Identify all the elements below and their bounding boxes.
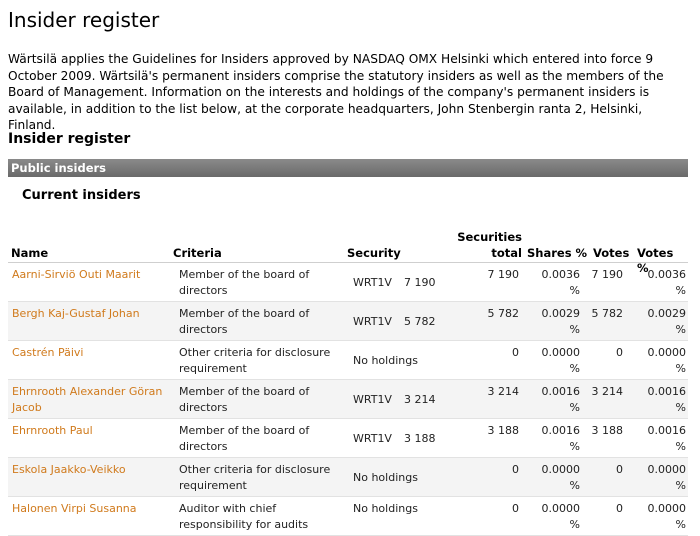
shares-cell: 0.0036 % <box>541 268 581 297</box>
votes-cell: 3 188 <box>591 424 624 437</box>
votes-cell: 0 <box>616 346 623 359</box>
header-securities-line2: total <box>491 246 522 260</box>
header-security: Security <box>347 246 401 260</box>
criteria-cell: Member of the board of directors <box>179 307 310 336</box>
security-value-cell: 7 190 <box>404 276 436 289</box>
table-row: Halonen Virpi Susanna Auditor with chief… <box>8 497 688 536</box>
insider-name-link[interactable]: Halonen Virpi Susanna <box>12 501 167 517</box>
total-cell: 0 <box>512 463 519 476</box>
insider-table: Aarni-Sirviö Outi Maarit Member of the b… <box>8 263 688 536</box>
intro-text: Wärtsilä applies the Guidelines for Insi… <box>8 52 664 132</box>
shares-cell: 0.0000 % <box>541 346 581 375</box>
security-cell: WRT1V <box>353 432 392 445</box>
security-value-cell: 3 214 <box>404 393 436 406</box>
insider-name-link[interactable]: Castrén Päivi <box>12 345 167 361</box>
insider-name-link[interactable]: Eskola Jaakko-Veikko <box>12 462 167 478</box>
security-value-cell: 5 782 <box>404 315 436 328</box>
votes-pct-cell: 0.0000 % <box>647 463 687 492</box>
table-row: Ehrnrooth Paul Member of the board of di… <box>8 419 688 458</box>
insider-name-link[interactable]: Bergh Kaj-Gustaf Johan <box>12 306 167 322</box>
public-insiders-bar: Public insiders <box>8 159 688 177</box>
votes-cell: 5 782 <box>591 307 624 320</box>
total-cell: 0 <box>512 346 519 359</box>
votes-pct-cell: 0.0000 % <box>647 346 687 375</box>
criteria-cell: Other criteria for disclosure requiremen… <box>179 346 331 375</box>
votes-cell: 0 <box>616 502 623 515</box>
header-name: Name <box>11 246 49 260</box>
votes-pct-cell: 0.0016 % <box>647 385 687 414</box>
header-criteria: Criteria <box>173 246 222 260</box>
section-title: Insider register <box>8 131 131 147</box>
shares-cell: 0.0000 % <box>541 463 581 492</box>
table-row: Eskola Jaakko-Veikko Other criteria for … <box>8 458 688 497</box>
table-row: Ehrnrooth Alexander Göran Jacob Member o… <box>8 380 688 419</box>
page-title: Insider register <box>8 8 160 32</box>
total-cell: 3 188 <box>487 424 520 437</box>
header-votes: Votes <box>593 246 630 260</box>
total-cell: 5 782 <box>487 307 520 320</box>
shares-cell: 0.0029 % <box>541 307 581 336</box>
votes-pct-cell: 0.0016 % <box>647 424 687 453</box>
no-holdings-cell: No holdings <box>353 354 418 367</box>
votes-pct-cell: 0.0029 % <box>647 307 687 336</box>
header-shares: Shares % <box>527 246 588 260</box>
total-cell: 3 214 <box>487 385 520 398</box>
votes-pct-cell: 0.0000 % <box>647 502 687 531</box>
table-header: Name Criteria Security Securities total … <box>8 228 688 275</box>
insider-name-link[interactable]: Ehrnrooth Alexander Göran Jacob <box>12 384 167 416</box>
insider-name-link[interactable]: Ehrnrooth Paul <box>12 423 167 439</box>
criteria-cell: Member of the board of directors <box>179 268 310 297</box>
total-cell: 0 <box>512 502 519 515</box>
votes-cell: 7 190 <box>591 268 624 281</box>
criteria-cell: Member of the board of directors <box>179 385 310 414</box>
shares-cell: 0.0016 % <box>541 385 581 414</box>
criteria-cell: Member of the board of directors <box>179 424 310 453</box>
no-holdings-cell: No holdings <box>353 502 418 515</box>
current-insiders-title: Current insiders <box>22 188 141 203</box>
insider-name-link[interactable]: Aarni-Sirviö Outi Maarit <box>12 267 167 283</box>
votes-pct-cell: 0.0036 % <box>647 268 687 297</box>
criteria-cell: Auditor with chief responsibility for au… <box>179 502 309 531</box>
shares-cell: 0.0016 % <box>541 424 581 453</box>
table-row: Castrén Päivi Other criteria for disclos… <box>8 341 688 380</box>
security-cell: WRT1V <box>353 393 392 406</box>
criteria-cell: Other criteria for disclosure requiremen… <box>179 463 331 492</box>
shares-cell: 0.0000 % <box>541 502 581 531</box>
table-row: Aarni-Sirviö Outi Maarit Member of the b… <box>8 263 688 302</box>
header-securities-line1: Securities <box>457 230 522 244</box>
votes-cell: 0 <box>616 463 623 476</box>
security-cell: WRT1V <box>353 315 392 328</box>
security-value-cell: 3 188 <box>404 432 436 445</box>
total-cell: 7 190 <box>487 268 520 281</box>
no-holdings-cell: No holdings <box>353 471 418 484</box>
votes-cell: 3 214 <box>591 385 624 398</box>
table-row: Bergh Kaj-Gustaf Johan Member of the boa… <box>8 302 688 341</box>
security-cell: WRT1V <box>353 276 392 289</box>
